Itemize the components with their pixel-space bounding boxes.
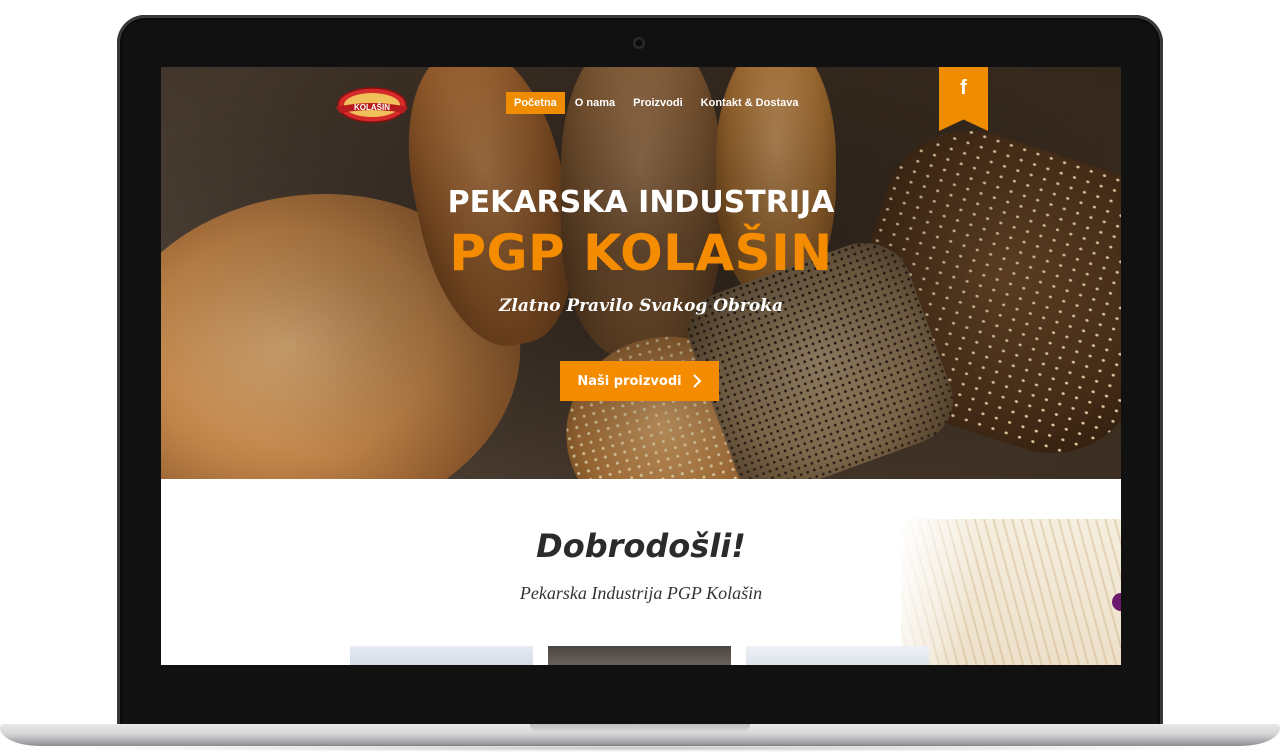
nav-item-proizvodi[interactable]: Proizvodi: [625, 92, 691, 114]
main-nav: Početna O nama Proizvodi Kontakt & Dosta…: [506, 92, 808, 114]
nav-item-kontakt[interactable]: Kontakt & Dostava: [693, 92, 807, 114]
laptop-shadow: [40, 744, 1240, 752]
hero-brand: PGP KOLAŠIN: [449, 224, 833, 282]
feature-card-image[interactable]: [350, 646, 533, 665]
nav-item-pocetna[interactable]: Početna: [506, 92, 565, 114]
site-logo[interactable]: KOLAŠIN: [334, 85, 410, 125]
chevron-right-icon: [692, 374, 702, 388]
laptop-base-notch: [530, 724, 750, 732]
website-screen: KOLAŠIN Početna O nama Proizvodi Kontakt…: [161, 67, 1121, 665]
feature-card-image[interactable]: [746, 646, 929, 665]
cta-label: Naši proizvodi: [577, 373, 682, 389]
welcome-title: Dobrodošli!: [536, 527, 746, 565]
hero-tagline: Zlatno Pravilo Svakog Obroka: [498, 296, 784, 316]
logo-text: KOLAŠIN: [354, 103, 390, 112]
nav-item-o-nama[interactable]: O nama: [567, 92, 623, 114]
hero-title: PEKARSKA INDUSTRIJA: [447, 185, 835, 220]
hero-section: KOLAŠIN Početna O nama Proizvodi Kontakt…: [161, 67, 1121, 479]
welcome-section: Dobrodošli! Pekarska Industrija PGP Kola…: [161, 479, 1121, 665]
feature-card-image[interactable]: [548, 646, 731, 665]
products-cta-button[interactable]: Naši proizvodi: [560, 361, 719, 401]
webcam: [633, 37, 645, 49]
welcome-subtitle: Pekarska Industrija PGP Kolašin: [519, 583, 763, 603]
